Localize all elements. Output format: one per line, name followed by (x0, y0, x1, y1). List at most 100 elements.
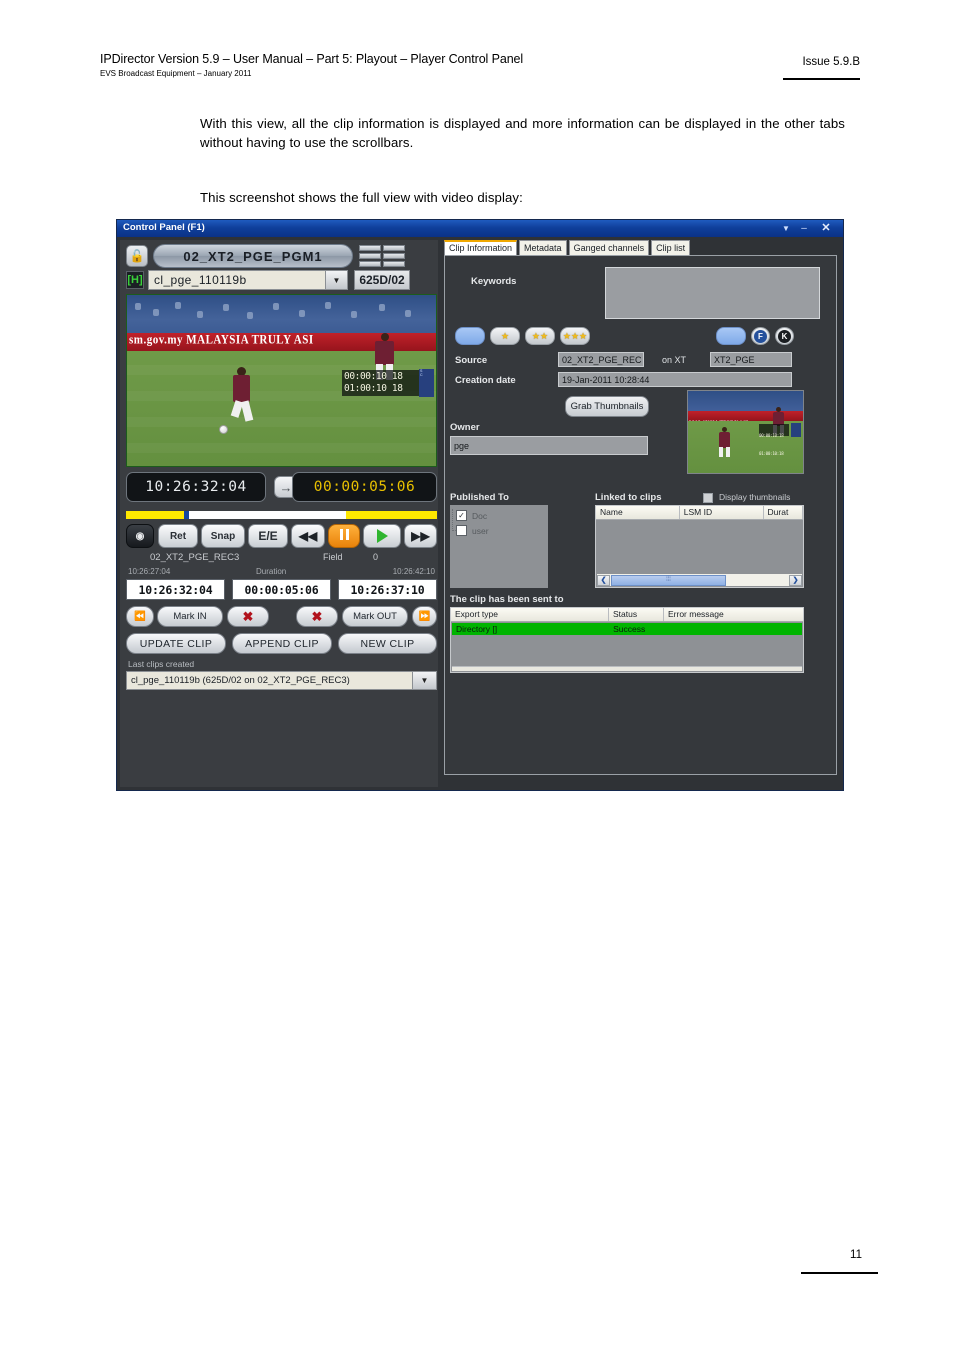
fast-forward-button[interactable]: ▶▶ (404, 524, 437, 548)
tab-clip-list[interactable]: Clip list (651, 240, 691, 255)
camera-button[interactable]: ◉ (126, 524, 154, 548)
rewind-button[interactable]: ◀◀ (291, 524, 325, 548)
published-to-list[interactable]: ✓ Doc user (450, 505, 548, 588)
append-clip-button[interactable]: APPEND CLIP (232, 633, 332, 654)
minimize-icon[interactable]: – (797, 221, 811, 236)
lsm-id-display: 625D/02 (354, 270, 410, 290)
column-error-message[interactable]: Error message (664, 608, 803, 621)
column-duration[interactable]: Durat (764, 506, 803, 519)
scrollbar-thumb[interactable]: ⦙⦙⦙ (611, 574, 726, 586)
owner-field[interactable]: pge (450, 436, 648, 455)
grid-cell-4[interactable] (383, 245, 405, 251)
video-crowd-background (127, 295, 436, 337)
channel-name-display[interactable]: 02_XT2_PGE_PGM1 (153, 244, 353, 268)
f-icon: F (754, 329, 767, 343)
snap-button[interactable]: Snap (201, 524, 245, 548)
mark-in-button[interactable]: Mark IN (157, 606, 223, 627)
thumbnail-crowd (688, 391, 803, 413)
checkbox-user[interactable] (456, 525, 467, 536)
sent-scrollbar[interactable] (452, 666, 802, 671)
column-export-type[interactable]: Export type (451, 608, 609, 621)
mark-out-button[interactable]: Mark OUT (342, 606, 408, 627)
tc-duration-field[interactable]: 00:00:05:06 (232, 579, 331, 600)
window-body: 🔓 02_XT2_PGE_PGM1 [H] cl_pge_110119b ▼ 6… (117, 237, 843, 790)
grid-cell-6[interactable] (383, 261, 405, 267)
clear-out-button[interactable]: ✖ (296, 606, 338, 627)
chevron-down-icon[interactable]: ▼ (412, 672, 436, 689)
chevron-down-icon[interactable]: ▼ (325, 271, 347, 289)
tab-metadata[interactable]: Metadata (519, 240, 567, 255)
grid-cell-3[interactable] (359, 261, 381, 267)
checkbox-doc[interactable]: ✓ (456, 510, 467, 521)
video-preview[interactable]: sm.gov.my MALAYSIA TRULY ASI 00:00:10 18… (126, 294, 437, 467)
column-lsm-id[interactable]: LSM ID (680, 506, 764, 519)
flag-f-button[interactable]: F (751, 327, 770, 345)
sent-to-grid[interactable]: Export type Status Error message Directo… (450, 607, 804, 673)
clip-thumbnail[interactable]: MALAYSIA TRULY ASI 00:00:10:18 (687, 390, 804, 474)
column-name[interactable]: Name (596, 506, 680, 519)
source-field[interactable]: 02_XT2_PGE_REC (558, 352, 644, 367)
duration-timecode-display[interactable]: 00:00:05:06 (292, 472, 437, 502)
linked-clips-grid[interactable]: Name LSM ID Durat ❮ ⦙⦙⦙ ❯ (595, 505, 804, 588)
grab-thumbnails-button[interactable]: Grab Thumbnails (565, 396, 649, 417)
update-clip-button[interactable]: UPDATE CLIP (126, 633, 226, 654)
horizontal-scrollbar[interactable]: ❮ ⦙⦙⦙ ❯ (597, 574, 802, 586)
creation-date-field[interactable]: 19-Jan-2011 10:28:44 (558, 372, 792, 387)
chevron-down-icon[interactable]: ▼ (779, 221, 793, 236)
document-header: IPDirector Version 5.9 – User Manual – P… (100, 52, 860, 92)
rating-one-star-button[interactable]: ★ (490, 327, 520, 345)
ee-button[interactable]: E/E (248, 524, 288, 548)
new-clip-button[interactable]: NEW CLIP (338, 633, 437, 654)
tc-out-field[interactable]: 10:26:37:10 (338, 579, 437, 600)
linked-to-clips-label: Linked to clips (595, 492, 662, 503)
thumbnail-tc-2: 01:00:10:18 (759, 450, 784, 456)
list-item[interactable]: user (456, 525, 489, 536)
grid-cell-2[interactable] (359, 253, 381, 259)
thumbnail-timecode-overlay: 00:00:10:18 01:00:10:18 (759, 423, 789, 456)
header-subtitle: EVS Broadcast Equipment – January 2011 (100, 69, 252, 78)
lock-button[interactable]: 🔓 (126, 245, 148, 267)
scroll-right-button[interactable]: ❯ (789, 574, 802, 586)
xt-field[interactable]: XT2_PGE (710, 352, 792, 367)
keywords-field[interactable] (605, 267, 820, 319)
scrub-marker[interactable] (184, 511, 189, 519)
clip-combo[interactable]: cl_pge_110119b ▼ (148, 270, 348, 290)
clear-in-button[interactable]: ✖ (227, 606, 269, 627)
display-thumbnails-checkbox[interactable] (703, 493, 713, 503)
tab-ganged-channels[interactable]: Ganged channels (568, 240, 650, 255)
ret-button[interactable]: Ret (158, 524, 198, 548)
tab-clip-information[interactable]: Clip Information (444, 240, 518, 255)
window-title: Control Panel (F1) (123, 222, 205, 233)
h-mode-icon[interactable]: [H] (126, 271, 144, 289)
rating-two-star-button[interactable]: ★★ (525, 327, 555, 345)
pause-button[interactable] (328, 524, 360, 548)
cell-status: Success (613, 624, 646, 634)
table-row[interactable]: Directory [] Success (452, 623, 802, 635)
channel-row: 🔓 02_XT2_PGE_PGM1 (126, 244, 432, 268)
play-button[interactable] (363, 524, 401, 548)
rating-three-star-button[interactable]: ★★★ (560, 327, 590, 345)
current-timecode-display[interactable]: 10:26:32:04 (126, 472, 266, 502)
goto-in-button[interactable]: ⏪ (126, 606, 154, 627)
rating-none-button[interactable] (455, 327, 485, 345)
goto-out-button[interactable]: ⏩ (412, 606, 437, 627)
transport-controls: ◉ Ret Snap E/E ◀◀ ▶▶ (126, 524, 437, 550)
column-status[interactable]: Status (609, 608, 664, 621)
on-xt-label: on XT (662, 355, 687, 365)
flag-k-button[interactable]: K (775, 327, 794, 345)
scrub-range[interactable] (186, 511, 346, 519)
grid-cell-5[interactable] (383, 253, 405, 259)
last-clips-combo[interactable]: cl_pge_110119b (625D/02 on 02_XT2_PGE_RE… (126, 671, 437, 690)
list-item[interactable]: ✓ Doc (456, 510, 487, 521)
tc-in-field[interactable]: 10:26:32:04 (126, 579, 225, 600)
layout-grid-buttons[interactable] (359, 245, 407, 268)
scroll-left-button[interactable]: ❮ (597, 574, 610, 586)
flag-none-button[interactable] (716, 327, 746, 345)
sent-to-label: The clip has been sent to (450, 594, 564, 605)
close-icon[interactable]: ✕ (819, 221, 833, 236)
control-panel-window: Control Panel (F1) ▼ – ✕ 🔓 02_XT2_PGE_PG… (116, 219, 844, 791)
clip-combo-value: cl_pge_110119b (154, 273, 247, 287)
grid-cell-1[interactable] (359, 245, 381, 251)
overlay-timecode-1: 00:00:10 18 (344, 371, 403, 383)
scrub-bar[interactable] (126, 511, 437, 519)
